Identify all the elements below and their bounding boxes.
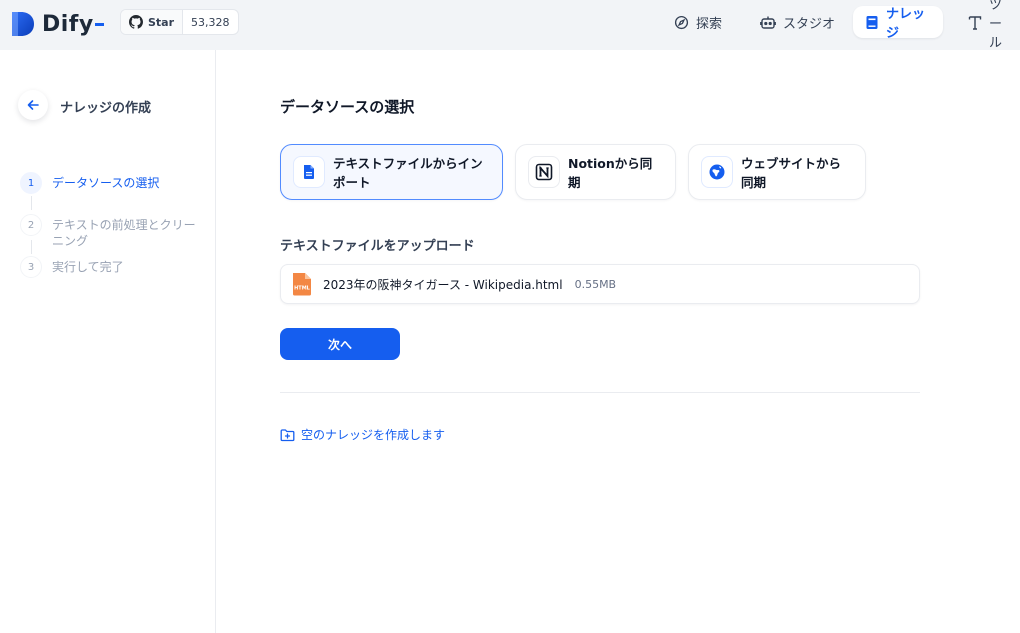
step-number: 3 (20, 256, 42, 278)
nav-tools[interactable]: ツール (956, 0, 1020, 51)
source-icon (293, 156, 325, 188)
page-title: データソースの選択 (280, 98, 415, 116)
source-label: Notionから同期 (568, 156, 653, 190)
document-icon (304, 165, 314, 179)
dify-logo[interactable]: Dify (10, 8, 104, 40)
notion-icon (535, 163, 553, 181)
folder-plus-icon (280, 428, 295, 441)
step-number: 1 (20, 172, 42, 194)
nav-studio[interactable]: スタジオ (748, 6, 847, 38)
main-panel: ナレッジの作成 1 データソースの選択 2 テキストの前処理とクリーニング 3 … (0, 50, 1020, 633)
dify-logo-icon (10, 10, 36, 38)
step-connector (31, 196, 32, 210)
github-star-count[interactable]: 53,328 (183, 10, 238, 34)
website-icon (709, 164, 725, 180)
nav-tools-label: ツール (989, 0, 1003, 51)
logo-text: Dify (42, 11, 94, 37)
source-label: テキストファイルからインポート (333, 156, 483, 190)
source-label: ウェブサイトから同期 (741, 156, 842, 190)
book-icon (866, 15, 878, 29)
source-text-file[interactable]: テキストファイルからインポート (280, 144, 503, 200)
compass-icon (674, 15, 689, 29)
nav-explore-label: 探索 (696, 16, 723, 32)
source-icon (701, 156, 733, 188)
nav-explore[interactable]: 探索 (662, 6, 734, 38)
github-icon (129, 15, 143, 29)
source-icon (528, 156, 560, 188)
divider (280, 392, 920, 393)
nav-studio-label: スタジオ (783, 16, 836, 32)
create-empty-knowledge-label: 空のナレッジを作成します (301, 428, 446, 442)
nav-knowledge-label: ナレッジ (886, 7, 926, 41)
logo-underscore (94, 22, 104, 26)
sidebar-title: ナレッジの作成 (60, 101, 152, 116)
back-button[interactable] (18, 90, 48, 120)
file-name: 2023年の阪神タイガース - Wikipedia.html (323, 277, 563, 292)
github-star-label: Star (148, 15, 175, 29)
step-label: データソースの選択 (52, 176, 160, 190)
arrow-left-icon (27, 100, 39, 110)
svg-text:HTML: HTML (294, 286, 311, 292)
step-execute[interactable]: 3 実行して完了 (20, 256, 206, 278)
step-preprocess[interactable]: 2 テキストの前処理とクリーニング (20, 214, 206, 249)
step-label: テキストの前処理とクリーニング (52, 218, 196, 248)
create-empty-knowledge-link[interactable]: 空のナレッジを作成します (280, 426, 445, 443)
uploaded-file-item[interactable]: HTML 2023年の阪神タイガース - Wikipedia.html 0.55… (280, 264, 920, 304)
step-number: 2 (20, 214, 42, 236)
github-star-button[interactable]: Star (121, 10, 184, 34)
top-header: Dify Star 53,328 探索 スタジオ ナレッジ ツール (0, 0, 1020, 51)
html-file-icon: HTML (293, 273, 311, 296)
source-notion[interactable]: Notionから同期 (515, 144, 676, 200)
step-label: 実行して完了 (52, 260, 124, 274)
file-size: 0.55MB (574, 277, 617, 291)
source-website[interactable]: ウェブサイトから同期 (688, 144, 866, 200)
robot-icon (760, 16, 776, 29)
tools-icon (968, 15, 982, 30)
github-star-badge[interactable]: Star 53,328 (120, 9, 239, 35)
next-button[interactable]: 次へ (280, 328, 400, 360)
create-knowledge-sidebar: ナレッジの作成 1 データソースの選択 2 テキストの前処理とクリーニング 3 … (0, 50, 216, 633)
nav-knowledge[interactable]: ナレッジ (853, 6, 943, 41)
upload-heading: テキストファイルをアップロード (280, 239, 475, 254)
step-select-source[interactable]: 1 データソースの選択 (20, 172, 206, 194)
